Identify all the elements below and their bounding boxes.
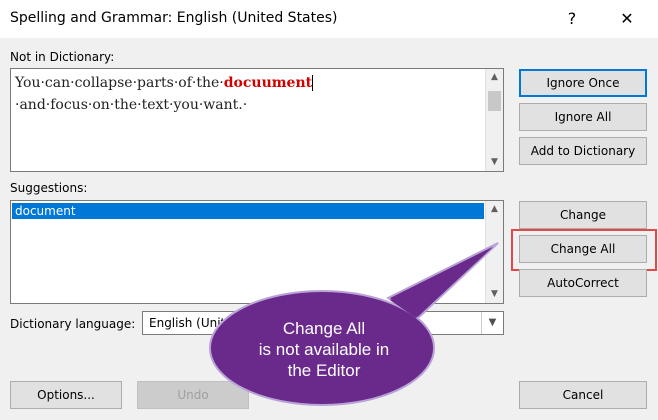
callout-line-1: Change All — [282, 319, 366, 338]
callout-pointer-joint — [390, 247, 493, 318]
callout-line-3: the Editor — [287, 361, 361, 380]
callout-text: Change All is not available in the Edito… — [214, 318, 434, 381]
callout-line-2: is not available in — [258, 340, 390, 359]
